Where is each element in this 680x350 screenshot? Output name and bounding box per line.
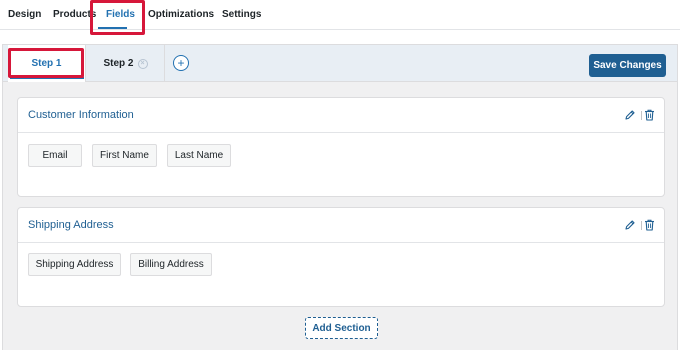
step-tab-2[interactable]: Step 2 × [87, 45, 165, 82]
field-billing-address[interactable]: Billing Address [130, 253, 212, 276]
section-header: Customer Information [18, 98, 664, 133]
icon-divider [641, 111, 642, 120]
section-header: Shipping Address [18, 208, 664, 243]
step-tab-label: Step 2 [103, 58, 134, 69]
pencil-icon[interactable] [624, 219, 636, 231]
field-email[interactable]: Email [28, 144, 82, 167]
plus-circle-icon[interactable]: + [173, 55, 189, 71]
field-last-name[interactable]: Last Name [167, 144, 231, 167]
fields-tab-highlight [90, 0, 145, 35]
save-changes-button[interactable]: Save Changes [589, 54, 666, 77]
close-circle-icon[interactable]: × [137, 58, 148, 69]
tab-optimizations[interactable]: Optimizations [148, 9, 214, 20]
section-title: Shipping Address [28, 219, 114, 231]
steps-bar: Step 1 Step 2 × [2, 44, 678, 82]
pencil-icon[interactable] [624, 109, 636, 121]
icon-divider [641, 221, 642, 230]
add-section-button[interactable]: Add Section [305, 317, 378, 339]
step1-highlight [8, 48, 84, 78]
field-first-name[interactable]: First Name [92, 144, 157, 167]
section-card: Customer Information Email First Name La… [17, 97, 665, 197]
section-title: Customer Information [28, 109, 134, 121]
trash-icon[interactable] [644, 219, 655, 231]
tab-design[interactable]: Design [8, 9, 41, 20]
trash-icon[interactable] [644, 109, 655, 121]
tab-settings[interactable]: Settings [222, 9, 261, 20]
field-shipping-address[interactable]: Shipping Address [28, 253, 121, 276]
section-card: Shipping Address Shipping Address Billin… [17, 207, 665, 307]
